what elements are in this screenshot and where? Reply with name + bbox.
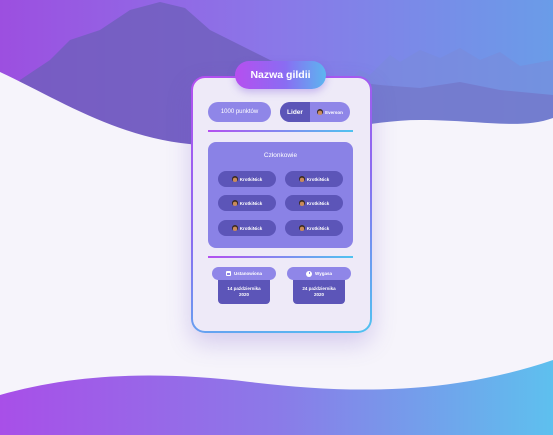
expires-date: Wygasa 24 października 2020	[287, 267, 351, 304]
divider-bottom	[208, 256, 353, 258]
member-name: KrotkiNick	[239, 176, 263, 182]
avatar-icon	[231, 176, 238, 182]
expires-label: Wygasa	[315, 271, 332, 276]
expires-value: 24 października 2020	[293, 280, 345, 304]
leader-badge[interactable]: Lider Everson	[280, 102, 350, 122]
member-name: KrotkiNick	[306, 225, 330, 231]
avatar-icon	[317, 109, 324, 115]
leader-label: Lider	[280, 102, 310, 122]
expires-date-line2: 2020	[313, 292, 324, 297]
leader-info: Everson	[310, 102, 350, 122]
clock-icon	[306, 270, 313, 277]
member-chip[interactable]: KrotkiNick	[285, 195, 343, 211]
avatar-icon	[231, 225, 238, 231]
member-chip[interactable]: KrotkiNick	[285, 171, 343, 187]
members-panel: Członkowie KrotkiNick KrotkiNick KrotkiN…	[208, 142, 353, 248]
created-date-line2: 2020	[238, 292, 249, 297]
expires-label-pill: Wygasa	[287, 267, 351, 280]
member-chip[interactable]: KrotkiNick	[218, 195, 276, 211]
avatar-icon	[298, 225, 305, 231]
calendar-icon	[225, 271, 231, 276]
member-name: KrotkiNick	[306, 200, 330, 206]
avatar-icon	[231, 200, 238, 206]
created-value: 14 października 2020	[218, 280, 270, 304]
member-name: KrotkiNick	[306, 176, 330, 182]
guild-title: Nazwa gildii	[235, 61, 326, 89]
member-name: KrotkiNick	[239, 225, 263, 231]
created-label-pill: Ustanowiona	[212, 267, 276, 280]
created-label: Ustanowiona	[233, 271, 262, 276]
member-chip[interactable]: KrotkiNick	[218, 171, 276, 187]
members-title: Członkowie	[263, 152, 298, 159]
avatar-icon	[298, 200, 305, 206]
member-chip[interactable]: KrotkiNick	[285, 220, 343, 236]
avatar-icon	[298, 176, 305, 182]
leader-name: Everson	[325, 109, 343, 115]
member-name: KrotkiNick	[239, 200, 263, 206]
created-date: Ustanowiona 14 października 2020	[212, 267, 276, 304]
divider-top	[208, 130, 353, 132]
points-badge: 1000 punktów	[208, 102, 271, 122]
member-chip[interactable]: KrotkiNick	[218, 220, 276, 236]
